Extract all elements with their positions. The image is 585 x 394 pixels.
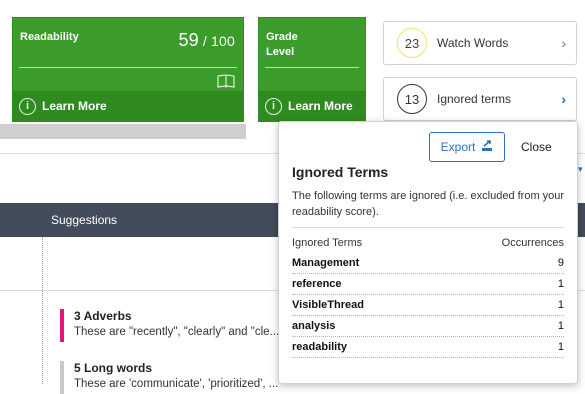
column-header-terms: Ignored Terms xyxy=(292,237,363,249)
grade-level-card: Grade Level i Learn More xyxy=(258,17,366,122)
term-occurrences: 1 xyxy=(557,341,564,353)
learn-more-label: Learn More xyxy=(288,99,353,113)
term-name: reference xyxy=(292,278,342,290)
term-occurrences: 1 xyxy=(557,299,564,311)
chevron-down-icon[interactable]: ▾ xyxy=(578,164,583,175)
readability-score-denominator: / 100 xyxy=(202,33,235,49)
suggestion-description: These are 'communicate', 'prioritized', … xyxy=(74,378,279,390)
term-occurrences: 9 xyxy=(557,257,564,269)
dotted-guide xyxy=(42,237,43,384)
info-icon: i xyxy=(265,97,282,115)
suggestion-accent xyxy=(60,309,64,342)
term-name: VisibleThread xyxy=(292,299,364,311)
close-button[interactable]: Close xyxy=(521,140,552,154)
watch-words-card[interactable]: 23 Watch Words › xyxy=(383,21,577,65)
table-row: analysis 1 xyxy=(292,316,564,337)
ignored-terms-card[interactable]: 13 Ignored terms › xyxy=(383,77,577,121)
readability-card: Readability 59/ 100 i Learn More xyxy=(12,17,244,122)
popover-description: The following terms are ignored (i.e. ex… xyxy=(292,190,565,218)
grade-title-line2: Level xyxy=(266,46,295,58)
suggestions-header-label: Suggestions xyxy=(51,213,118,227)
readability-score-value: 59 xyxy=(178,30,199,50)
term-occurrences: 1 xyxy=(557,320,564,332)
learn-more-label: Learn More xyxy=(42,99,107,113)
horizontal-scrollbar[interactable] xyxy=(0,124,246,139)
suggestion-title: 3 Adverbs xyxy=(74,309,132,323)
term-name: readability xyxy=(292,341,348,353)
ignored-terms-label: Ignored terms xyxy=(437,92,512,106)
ignored-terms-count: 13 xyxy=(397,84,427,114)
grade-level-title: Grade Level xyxy=(266,30,298,60)
suggestion-accent xyxy=(60,361,64,394)
card-divider xyxy=(265,67,359,68)
watch-words-label: Watch Words xyxy=(437,36,509,50)
column-header-occurrences: Occurrences xyxy=(501,237,564,249)
chevron-right-icon: › xyxy=(561,35,566,51)
readability-learn-more[interactable]: i Learn More xyxy=(13,91,243,121)
info-icon: i xyxy=(19,97,36,115)
watch-words-count: 23 xyxy=(397,28,427,58)
table-row: readability 1 xyxy=(292,337,564,358)
term-name: analysis xyxy=(292,320,336,332)
popover-title: Ignored Terms xyxy=(292,164,389,180)
popover-divider xyxy=(292,227,564,228)
ignored-terms-popover: Export Close Ignored Terms The following… xyxy=(278,121,578,384)
suggestion-title: 5 Long words xyxy=(74,361,152,375)
export-button[interactable]: Export xyxy=(429,132,505,162)
readability-title: Readability xyxy=(20,31,79,43)
export-icon xyxy=(481,139,493,155)
table-row: Management 9 xyxy=(292,253,564,274)
suggestion-description: These are "recently", "clearly" and "cle… xyxy=(74,326,280,338)
readability-score: 59/ 100 xyxy=(178,30,235,51)
grade-title-line1: Grade xyxy=(266,31,298,43)
export-label: Export xyxy=(440,140,476,154)
chevron-right-icon: › xyxy=(561,91,566,107)
table-row: reference 1 xyxy=(292,274,564,295)
term-occurrences: 1 xyxy=(557,278,564,290)
term-name: Management xyxy=(292,257,360,269)
table-row: VisibleThread 1 xyxy=(292,295,564,316)
grade-learn-more[interactable]: i Learn More xyxy=(259,91,365,121)
card-divider xyxy=(19,67,237,68)
